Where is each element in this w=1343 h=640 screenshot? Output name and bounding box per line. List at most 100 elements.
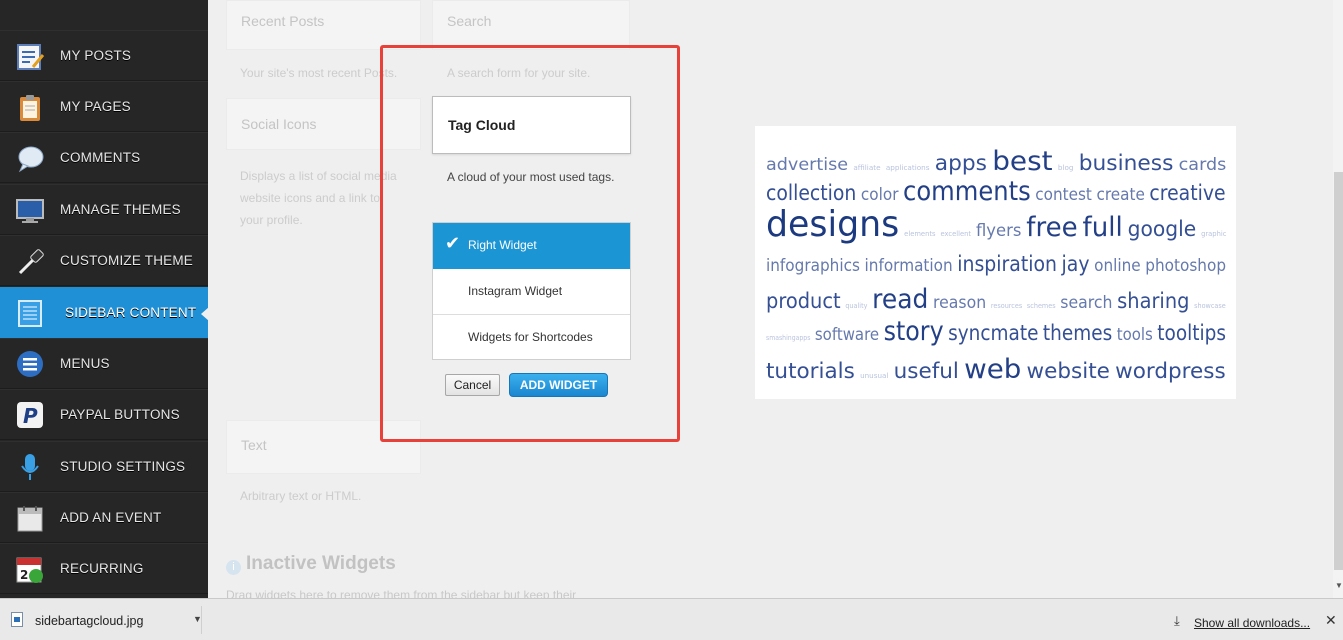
tag-word: creative	[1149, 181, 1226, 205]
info-icon: i	[226, 560, 241, 575]
tag-word: smashingapps	[766, 334, 811, 342]
tag-word: applications	[885, 164, 930, 172]
tag-word: advertise	[766, 155, 849, 175]
eyedropper-icon	[14, 245, 46, 277]
tag-word: jay	[1061, 252, 1090, 276]
tag-word: resources	[990, 302, 1023, 310]
tag-word: schemes	[1026, 302, 1056, 310]
tag-word: inspiration	[957, 252, 1057, 276]
download-bar: sidebartagcloud.jpg ▼ ⤓ Show all downloa…	[0, 598, 1343, 640]
option-widgets-for-shortcodes[interactable]: Widgets for Shortcodes	[433, 315, 630, 361]
tag-word: comments	[903, 176, 1031, 207]
widget-recent-posts-title: Recent Posts	[241, 13, 325, 29]
close-icon[interactable]: ✕	[1325, 612, 1337, 629]
scrollbar-thumb[interactable]	[1334, 172, 1343, 570]
add-widget-button[interactable]: ADD WIDGET	[509, 373, 608, 397]
sidebar-item-manage-themes[interactable]: MANAGE THEMES	[0, 184, 208, 235]
widget-social-icons-desc-2: website icons and a link to	[240, 191, 381, 205]
tag-cloud-line: advertise affiliate applications apps be…	[766, 146, 1226, 177]
option-label: Widgets for Shortcodes	[468, 330, 593, 344]
cancel-button[interactable]: Cancel	[445, 374, 500, 396]
tag-word: read	[872, 284, 929, 315]
tag-word: syncmate	[948, 321, 1039, 345]
paypal-icon: P	[14, 399, 46, 431]
tag-word: affiliate	[853, 164, 881, 172]
widget-search-title: Search	[447, 13, 492, 29]
microphone-icon	[14, 451, 46, 483]
tag-word: create	[1096, 185, 1145, 205]
tag-cloud-line: collection color comments contest create…	[766, 176, 1226, 207]
tag-cloud-line: product quality read reason resources sc…	[766, 284, 1226, 315]
tag-cloud-line: tutorials unusual useful web website wor…	[766, 354, 1226, 385]
sidebar-item-label: MY PAGES	[60, 99, 131, 114]
tag-word: google	[1127, 217, 1197, 241]
option-right-widget[interactable]: ✔ Right Widget	[433, 223, 630, 269]
scroll-down-arrow-icon[interactable]: ▼	[1335, 581, 1343, 590]
sidebar-item-sidebar-content[interactable]: SIDEBAR CONTENT	[0, 287, 209, 338]
show-all-downloads-link[interactable]: Show all downloads...	[1194, 616, 1310, 630]
tag-word: cards	[1178, 155, 1227, 175]
tag-word: themes	[1042, 321, 1113, 345]
sidebar-item-menus[interactable]: MENUS	[0, 338, 208, 389]
monitor-icon	[14, 194, 46, 226]
sidebar-item-label: RECURRING	[60, 561, 144, 576]
tag-word: sharing	[1117, 289, 1190, 313]
vertical-scrollbar[interactable]: ▼	[1333, 0, 1343, 598]
tag-word: photoshop	[1145, 256, 1227, 276]
list-icon	[14, 348, 46, 380]
tag-word: unusual	[860, 372, 889, 380]
widget-social-icons-title: Social Icons	[241, 116, 317, 132]
tag-word: tooltips	[1157, 321, 1226, 345]
sidebar-item-add-an-event[interactable]: ADD AN EVENT	[0, 492, 208, 543]
download-icon: ⤓	[1174, 613, 1180, 628]
tag-cloud-widget-header[interactable]: Tag Cloud	[432, 96, 631, 154]
tag-word: best	[992, 146, 1053, 177]
tag-word: business	[1078, 151, 1174, 175]
sidebar-item-my-pages[interactable]: MY PAGES	[0, 81, 208, 132]
tag-word: quality	[845, 302, 868, 310]
widget-social-icons-desc-3: your profile.	[240, 213, 303, 227]
tag-cloud-line: infographics information inspiration jay…	[766, 252, 1226, 276]
tag-word: free	[1026, 212, 1078, 243]
tag-word: information	[864, 256, 953, 276]
recurring-calendar-icon: 2	[14, 553, 46, 585]
sidebar-layout-icon	[14, 297, 46, 329]
tag-word: product	[766, 289, 841, 313]
tag-word: full	[1082, 212, 1123, 243]
sidebar-item-label: PAYPAL BUTTONS	[60, 407, 180, 422]
tag-word: graphic	[1201, 230, 1227, 238]
svg-text:P: P	[23, 404, 38, 428]
sidebar-item-customize-theme[interactable]: CUSTOMIZE THEME	[0, 235, 208, 286]
tag-word: web	[964, 354, 1022, 385]
sidebar-item-comments[interactable]: COMMENTS	[0, 132, 208, 183]
sidebar-item-recurring[interactable]: 2 RECURRING	[0, 543, 208, 594]
tag-word: blog	[1057, 164, 1074, 172]
sidebar-item-label: ADD AN EVENT	[60, 510, 162, 525]
tag-cloud-line: smashingapps software story syncmate the…	[766, 316, 1226, 347]
sidebar-item-label: MY POSTS	[60, 48, 132, 63]
widget-text-desc: Arbitrary text or HTML.	[240, 489, 362, 503]
sidebar-item-label: STUDIO SETTINGS	[60, 459, 186, 474]
tag-word: website	[1026, 359, 1110, 383]
widget-social-icons-desc-1: Displays a list of social media	[240, 169, 397, 183]
notepad-icon	[14, 40, 46, 72]
sidebar-item-paypal-buttons[interactable]: P PAYPAL BUTTONS	[0, 389, 208, 440]
download-item[interactable]: sidebartagcloud.jpg ▼	[5, 606, 202, 634]
tag-cloud-line: designs elements excellent flyers free f…	[766, 204, 1226, 245]
speech-bubble-icon	[14, 142, 46, 174]
sidebar-item-studio-settings[interactable]: STUDIO SETTINGS	[0, 441, 208, 492]
download-file-name: sidebartagcloud.jpg	[35, 614, 144, 628]
calendar-icon	[14, 502, 46, 534]
sidebar-item-label: MENUS	[60, 356, 110, 371]
tag-cloud-preview: advertise affiliate applications apps be…	[755, 126, 1236, 399]
tag-word: designs	[766, 204, 900, 245]
widget-text-title: Text	[241, 437, 267, 453]
tag-word: showcase	[1194, 302, 1226, 310]
tag-word: flyers	[975, 221, 1022, 241]
sidebar-item-my-posts[interactable]: MY POSTS	[0, 30, 208, 81]
option-instagram-widget[interactable]: Instagram Widget	[433, 269, 630, 315]
checkmark-icon: ✔	[445, 233, 461, 253]
chevron-down-icon[interactable]: ▼	[193, 614, 202, 624]
clipboard-icon	[14, 91, 46, 123]
widget-recent-posts-desc: Your site's most recent Posts.	[240, 66, 398, 80]
